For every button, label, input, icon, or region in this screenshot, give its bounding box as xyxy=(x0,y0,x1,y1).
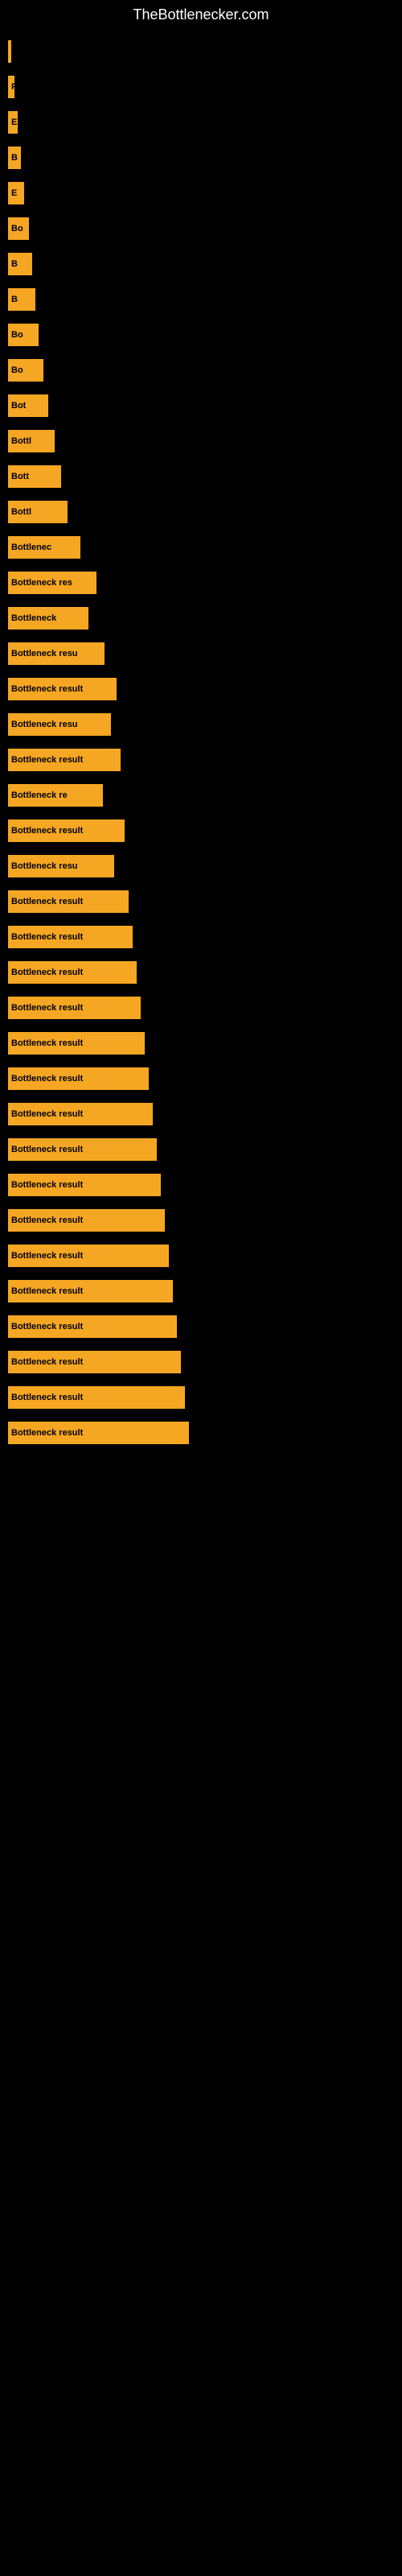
bar-row: Bottleneck result xyxy=(8,743,402,777)
bar-row: Bottleneck xyxy=(8,601,402,635)
bar-item: Bottleneck resu xyxy=(8,642,105,665)
bar-row: Bottleneck result xyxy=(8,1381,402,1414)
bar-item: Bottleneck result xyxy=(8,819,125,842)
bar-item: Bot xyxy=(8,394,48,417)
bar-item: Bo xyxy=(8,217,29,240)
bar-row: Bot xyxy=(8,389,402,423)
bar-row: B xyxy=(8,283,402,316)
bar-row: Bottleneck resu xyxy=(8,849,402,883)
bar-row: Bo xyxy=(8,318,402,352)
bar-row: E xyxy=(8,105,402,139)
bars-container: |PEBEBoBBBoBoBotBottlBottBottlBottlenecB… xyxy=(0,27,402,1459)
bar-item: Bottleneck result xyxy=(8,1422,189,1444)
bar-row: Bottleneck result xyxy=(8,1133,402,1166)
bar-row: Bo xyxy=(8,353,402,387)
bar-item: Bottl xyxy=(8,501,68,523)
bar-item: Bottleneck result xyxy=(8,1032,145,1055)
bar-item: Bottleneck result xyxy=(8,1103,153,1125)
bar-row: Bottleneck result xyxy=(8,672,402,706)
bar-row: Bo xyxy=(8,212,402,246)
bar-row: Bottleneck res xyxy=(8,566,402,600)
bar-row: Bottleneck result xyxy=(8,1203,402,1237)
bar-item: Bottleneck res xyxy=(8,572,96,594)
bar-row: Bottl xyxy=(8,424,402,458)
bar-row: Bottleneck result xyxy=(8,1345,402,1379)
bar-row: Bottleneck result xyxy=(8,1097,402,1131)
bar-item: | xyxy=(8,40,11,63)
bar-item: Bottl xyxy=(8,430,55,452)
bar-row: Bottleneck result xyxy=(8,814,402,848)
bar-row: Bottleneck result xyxy=(8,1274,402,1308)
bar-row: Bott xyxy=(8,460,402,493)
site-title: TheBottlenecker.com xyxy=(0,0,402,27)
bar-row: Bottlenec xyxy=(8,530,402,564)
bar-item: Bottleneck xyxy=(8,607,88,630)
bar-item: P xyxy=(8,76,14,98)
bar-item: Bottleneck result xyxy=(8,961,137,984)
bar-row: Bottleneck resu xyxy=(8,708,402,741)
bar-item: Bottleneck result xyxy=(8,926,133,948)
bar-row: E xyxy=(8,176,402,210)
bar-row: Bottl xyxy=(8,495,402,529)
bar-row: Bottleneck result xyxy=(8,956,402,989)
bar-item: Bottlenec xyxy=(8,536,80,559)
bar-item: Bottleneck result xyxy=(8,1209,165,1232)
bar-item: E xyxy=(8,182,24,204)
bar-item: Bo xyxy=(8,324,39,346)
bar-item: B xyxy=(8,147,21,169)
bar-item: Bottleneck result xyxy=(8,997,141,1019)
bar-item: Bottleneck resu xyxy=(8,713,111,736)
bar-item: Bottleneck result xyxy=(8,749,121,771)
bar-row: Bottleneck result xyxy=(8,1310,402,1344)
bar-item: E xyxy=(8,111,18,134)
bar-item: Bo xyxy=(8,359,43,382)
bar-row: Bottleneck result xyxy=(8,991,402,1025)
bar-row: B xyxy=(8,247,402,281)
bar-row: Bottleneck resu xyxy=(8,637,402,671)
bar-row: | xyxy=(8,35,402,68)
bar-item: Bottleneck result xyxy=(8,1280,173,1302)
bar-row: Bottleneck result xyxy=(8,1026,402,1060)
bar-row: Bottleneck result xyxy=(8,1416,402,1450)
bar-item: Bottleneck re xyxy=(8,784,103,807)
bar-item: Bottleneck result xyxy=(8,1351,181,1373)
bar-row: Bottleneck result xyxy=(8,1239,402,1273)
bar-item: Bottleneck result xyxy=(8,1138,157,1161)
bar-item: B xyxy=(8,288,35,311)
bar-item: Bottleneck result xyxy=(8,678,117,700)
bar-item: Bottleneck result xyxy=(8,1315,177,1338)
bar-row: Bottleneck result xyxy=(8,1168,402,1202)
bar-row: Bottleneck result xyxy=(8,920,402,954)
bar-item: Bottleneck resu xyxy=(8,855,114,877)
bar-item: B xyxy=(8,253,32,275)
bar-item: Bottleneck result xyxy=(8,1067,149,1090)
bar-item: Bottleneck result xyxy=(8,1386,185,1409)
bar-row: Bottleneck result xyxy=(8,1062,402,1096)
bar-row: Bottleneck result xyxy=(8,885,402,919)
bar-item: Bottleneck result xyxy=(8,1245,169,1267)
bar-row: B xyxy=(8,141,402,175)
bar-row: P xyxy=(8,70,402,104)
bar-item: Bottleneck result xyxy=(8,890,129,913)
bar-item: Bottleneck result xyxy=(8,1174,161,1196)
bar-row: Bottleneck re xyxy=(8,778,402,812)
bar-item: Bott xyxy=(8,465,61,488)
